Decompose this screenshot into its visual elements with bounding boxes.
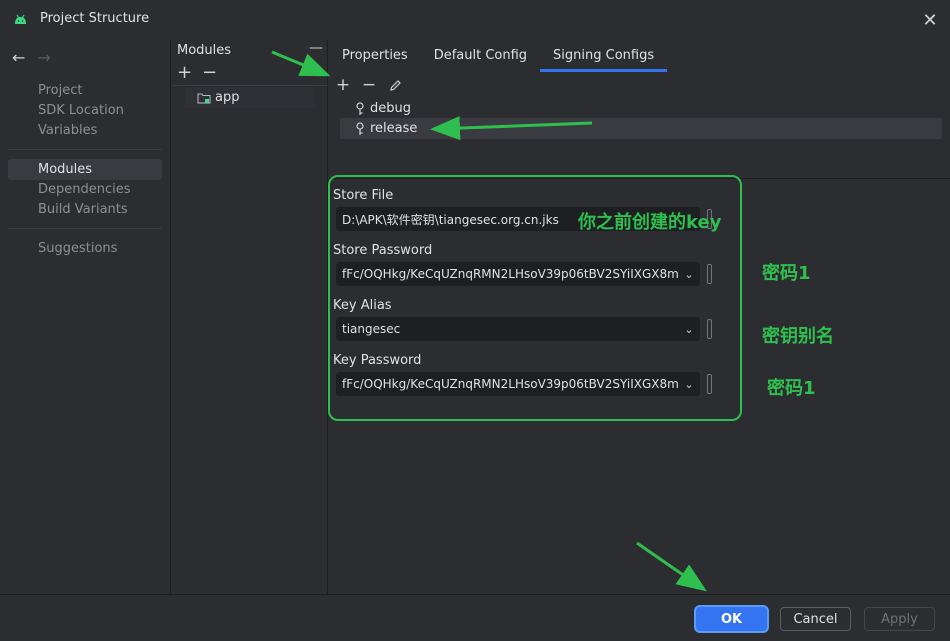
tab-default-config[interactable]: Default Config [421, 40, 540, 72]
remove-icon[interactable]: − [359, 75, 379, 95]
add-icon[interactable]: + [333, 75, 353, 95]
sidebar-item-variables[interactable]: Variables [38, 123, 97, 138]
key-alias-label: Key Alias [333, 298, 392, 313]
sidebar-item-dependencies[interactable]: Dependencies [38, 182, 131, 197]
sidebar-item-project[interactable]: Project [38, 83, 82, 98]
config-item-release[interactable]: release [340, 118, 942, 139]
signing-configs-list: debug release [329, 98, 950, 176]
remove-module-icon[interactable]: − [202, 64, 217, 82]
annotation-store-file: 你之前创建的key [578, 212, 722, 233]
tab-bar: Properties Default Config Signing Config… [329, 40, 668, 72]
key-icon [356, 121, 364, 135]
sidebar-item-build-variants[interactable]: Build Variants [38, 202, 128, 217]
module-item-label: app [215, 90, 240, 105]
cancel-button[interactable]: Cancel [780, 607, 851, 631]
modules-panel: Modules — + − app [170, 40, 328, 594]
main-panel: Properties Default Config Signing Config… [329, 40, 950, 594]
config-item-label: release [370, 121, 418, 136]
sidebar-item-modules[interactable]: Modules [38, 162, 92, 177]
android-icon [15, 14, 26, 24]
field-handle[interactable] [707, 374, 712, 394]
title-bar: Project Structure ✕ [0, 0, 950, 40]
sidebar-divider [8, 149, 162, 150]
module-item-app[interactable]: app [185, 87, 315, 108]
annotation-key-password: 密码1 [767, 378, 816, 399]
chevron-down-icon[interactable]: ⌄ [678, 317, 700, 341]
key-icon [356, 101, 364, 115]
modules-title: Modules [177, 43, 232, 58]
annotation-store-password: 密码1 [762, 263, 811, 284]
module-folder-icon [197, 93, 211, 103]
sidebar-item-sdk-location[interactable]: SDK Location [38, 103, 124, 118]
minimize-icon[interactable]: — [309, 40, 323, 56]
close-icon[interactable]: ✕ [918, 8, 942, 32]
store-password-field[interactable]: fFc/OQHkg/KeCqUZnqRMN2LHsoV39p06tBV2SYiI… [336, 262, 700, 286]
dialog-footer: OK Cancel Apply [0, 594, 950, 641]
chevron-down-icon[interactable]: ⌄ [678, 262, 700, 286]
sidebar-item-suggestions[interactable]: Suggestions [38, 241, 117, 256]
store-password-label: Store Password [333, 243, 433, 258]
config-item-label: debug [370, 101, 411, 116]
ok-button[interactable]: OK [696, 607, 767, 631]
store-file-label: Store File [333, 188, 394, 203]
sidebar: Project SDK Location Variables Modules D… [0, 40, 170, 594]
add-module-icon[interactable]: + [177, 64, 192, 82]
field-handle[interactable] [707, 319, 712, 339]
edit-icon[interactable] [385, 75, 405, 95]
key-alias-field[interactable]: tiangesec ⌄ [336, 317, 700, 341]
sidebar-divider [8, 228, 162, 229]
chevron-down-icon[interactable]: ⌄ [678, 372, 700, 396]
tab-signing-configs[interactable]: Signing Configs [540, 40, 668, 72]
modules-divider [171, 85, 328, 86]
key-password-label: Key Password [333, 353, 422, 368]
list-form-divider [329, 178, 950, 179]
field-handle[interactable] [707, 264, 712, 284]
signing-toolbar: + − [329, 74, 405, 96]
apply-button[interactable]: Apply [864, 607, 935, 631]
key-password-field[interactable]: fFc/OQHkg/KeCqUZnqRMN2LHsoV39p06tBV2SYiI… [336, 372, 700, 396]
config-item-debug[interactable]: debug [340, 98, 942, 119]
window-title: Project Structure [40, 11, 150, 26]
tab-properties[interactable]: Properties [329, 40, 421, 72]
annotation-key-alias: 密钥别名 [762, 326, 834, 347]
